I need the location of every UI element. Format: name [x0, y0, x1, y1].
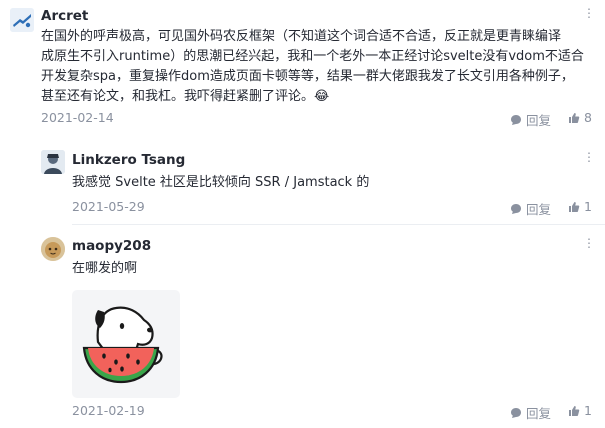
- author-name[interactable]: maopy208: [72, 238, 151, 254]
- like-button[interactable]: 1: [568, 403, 592, 418]
- comment-date: 2021-02-14: [41, 110, 114, 125]
- comment-line: 甚至还有论文，和我杠。我吓得赶紧删了评论。😂: [41, 89, 330, 104]
- avatar-image-icon: [41, 150, 65, 174]
- comment-line: 成原生不引入runtime）的思潮已经兴起，我和一个老外一本正经讨论svelte…: [41, 49, 584, 64]
- comment-icon: [511, 114, 521, 125]
- avatar-image-icon: [41, 237, 65, 261]
- comment-icon: [511, 203, 521, 214]
- like-button[interactable]: 1: [568, 199, 592, 214]
- comment-text: 在哪发的啊: [72, 261, 138, 276]
- like-count: 8: [584, 110, 592, 125]
- sticker-image[interactable]: [72, 290, 180, 398]
- comment-icon: [511, 407, 521, 418]
- reply-label: 回复: [526, 113, 552, 128]
- more-options-icon[interactable]: ⋮: [583, 6, 595, 20]
- comment-text: 我感觉 Svelte 社区是比较倾向 SSR / Jamstack 的: [72, 175, 370, 190]
- watermelon-dog-sticker-icon: [82, 306, 163, 384]
- laughing-emoji: 😂: [314, 89, 330, 104]
- author-name[interactable]: Arcret: [41, 8, 88, 24]
- author-name[interactable]: Linkzero Tsang: [72, 152, 185, 168]
- divider: [72, 224, 605, 225]
- reply-label: 回复: [526, 202, 552, 217]
- more-options-icon[interactable]: ⋮: [583, 236, 595, 250]
- like-count: 1: [584, 199, 592, 214]
- comment-date: 2021-05-29: [72, 199, 145, 214]
- avatar[interactable]: [41, 150, 65, 174]
- reply-button[interactable]: 回复: [510, 110, 551, 129]
- comment-date: 2021-02-19: [72, 403, 145, 418]
- thumbs-up-icon: [569, 112, 580, 123]
- more-options-icon[interactable]: ⋮: [583, 150, 595, 164]
- avatar[interactable]: [41, 237, 65, 261]
- reply-button[interactable]: 回复: [510, 199, 551, 218]
- avatar[interactable]: [10, 8, 34, 32]
- avatar-image-icon: [10, 8, 34, 32]
- like-count: 1: [584, 403, 592, 418]
- reply-button[interactable]: 回复: [510, 403, 551, 422]
- comment-line: 在国外的呼声极高，可见国外码农反框架（不知道这个词合适不合适，反正就是更青睐编译: [41, 29, 562, 44]
- comment-line: 开发复杂spa，重复操作dom造成页面卡顿等等，结果一群大佬跟我发了长文引用各种…: [41, 69, 574, 84]
- thumbs-up-icon: [569, 201, 580, 212]
- reply-label: 回复: [526, 406, 552, 421]
- like-button[interactable]: 8: [568, 110, 592, 125]
- comment-text: 在国外的呼声极高，可见国外码农反框架（不知道这个词合适不合适，反正就是更青睐编译…: [41, 27, 601, 107]
- thumbs-up-icon: [569, 405, 580, 416]
